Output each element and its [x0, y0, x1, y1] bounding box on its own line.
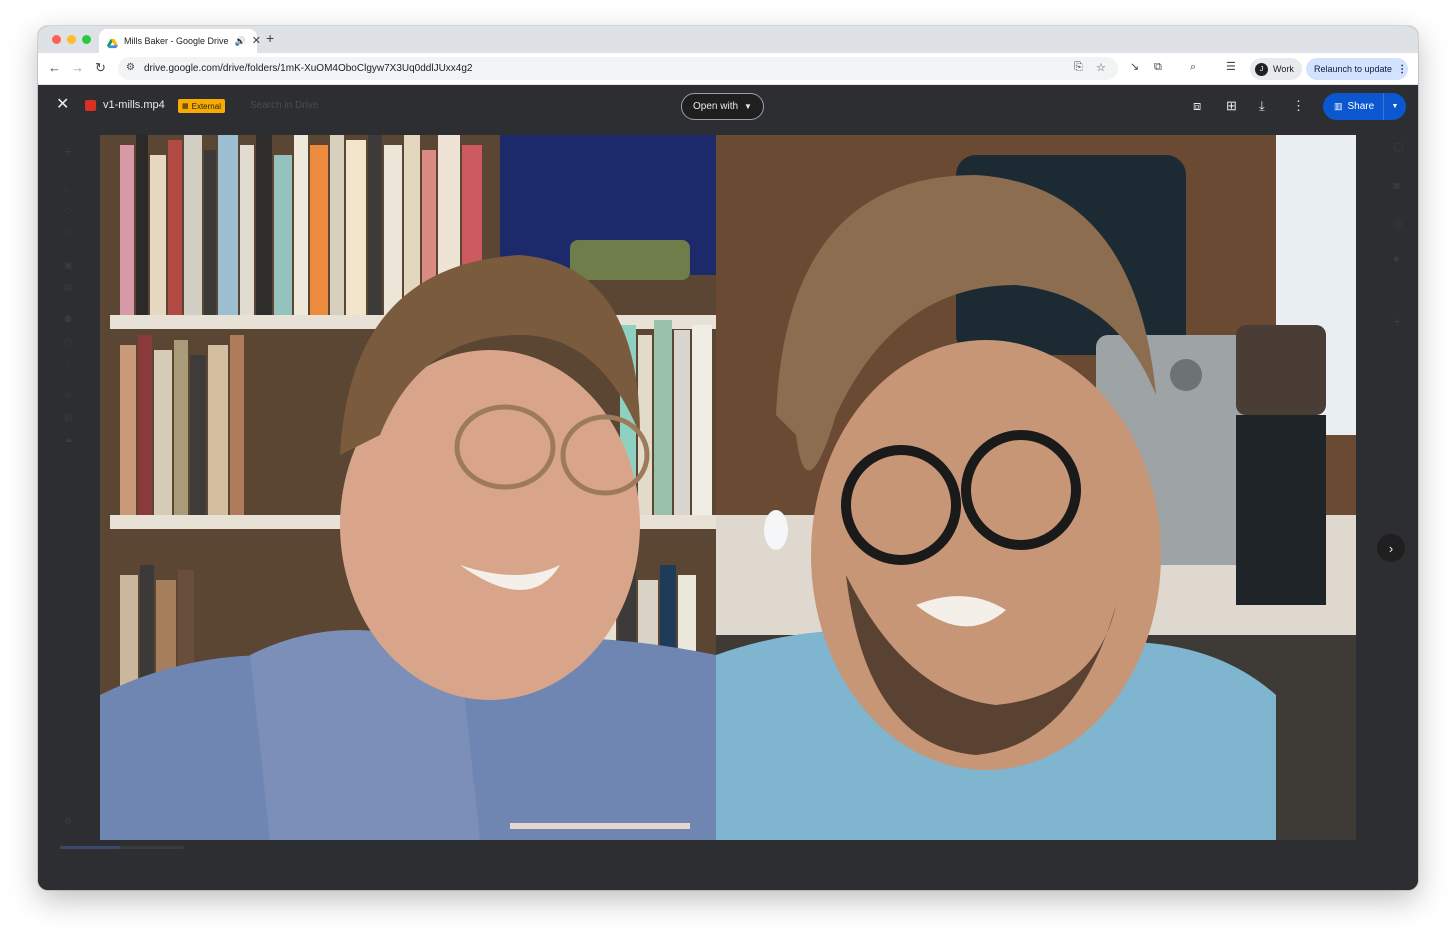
more-actions-icon[interactable]: ⋮: [1292, 99, 1305, 112]
file-name: v1-mills.mp4: [103, 99, 165, 111]
relaunch-label: Relaunch to update: [1314, 64, 1393, 74]
new-plus-icon: +: [64, 143, 73, 159]
share-icon: ▥: [1334, 101, 1343, 111]
browser-tab[interactable]: Mills Baker - Google Drive 🔊 ✕: [99, 29, 261, 53]
add-shortcut-icon[interactable]: ⧈: [1193, 99, 1201, 112]
share-button[interactable]: ▥ Share ▼: [1323, 93, 1406, 120]
external-label: External: [191, 101, 221, 111]
viewer-toolbar: ✕ v1-mills.mp4 ▦ External Search in Driv…: [38, 85, 1418, 129]
storage-icon: ☁: [64, 434, 73, 444]
more-vert-icon[interactable]: ⋮: [1397, 64, 1407, 75]
reading-list-icon[interactable]: ☰: [1226, 62, 1236, 73]
contacts-side-icon: ●: [1393, 253, 1400, 265]
bookmark-star-icon[interactable]: ☆: [1096, 61, 1106, 74]
next-file-button[interactable]: ›: [1377, 534, 1405, 562]
video-pane-right: [716, 135, 1356, 840]
profile-label: Work: [1273, 64, 1294, 74]
relaunch-button[interactable]: Relaunch to update ⋮: [1306, 58, 1408, 80]
chevron-right-icon: ›: [1388, 540, 1394, 556]
activity-icon: ◇: [64, 205, 71, 215]
reload-icon[interactable]: ↻: [95, 61, 106, 74]
external-badge: ▦ External: [178, 99, 225, 113]
open-with-button[interactable]: Open with ▼: [681, 93, 764, 120]
home-icon: ⌂: [64, 184, 70, 194]
open-with-label: Open with: [693, 101, 739, 112]
forward-icon[interactable]: →: [71, 61, 84, 74]
profile-button[interactable]: J Work: [1250, 58, 1302, 80]
new-tab-icon[interactable]: +: [266, 31, 274, 45]
video-pane-left: [100, 135, 716, 840]
tab-search-icon[interactable]: ⌕: [1190, 62, 1196, 73]
calendar-side-icon: ▢: [1393, 141, 1404, 153]
kitchen-scene: [716, 135, 1356, 840]
window-minimize-button[interactable]: [67, 35, 76, 44]
video-file-icon: [85, 100, 96, 111]
window-close-button[interactable]: [52, 35, 61, 44]
avatar: J: [1255, 62, 1268, 76]
my-drive-icon: ▣: [64, 260, 73, 270]
dimmed-search-hint: Search in Drive: [250, 100, 319, 111]
chevron-down-icon: ▼: [744, 102, 752, 111]
window-maximize-button[interactable]: [82, 35, 91, 44]
back-icon[interactable]: ←: [48, 61, 61, 74]
starred-icon: ☆: [64, 358, 73, 368]
share-dropdown-icon[interactable]: ▼: [1383, 93, 1406, 120]
shared-drives-icon: ▤: [64, 282, 73, 292]
drive-file-viewer: + ⌂ ◇ ⚇ ▣ ▤ ⚉ ◷ ☆ ⊘ ▥ ☁ ⚙ ▢ ◙ ◎ ● + ✕ v1…: [38, 85, 1418, 890]
keep-side-icon: ◙: [1393, 180, 1400, 192]
address-bar[interactable]: ⚙ drive.google.com/drive/folders/1mK-XuO…: [118, 57, 1118, 80]
extensions-puzzle-icon[interactable]: ⧉: [1154, 62, 1162, 73]
video-player[interactable]: [100, 135, 1356, 840]
share-label: Share: [1347, 101, 1375, 112]
shared-with-me-icon: ⚉: [64, 314, 73, 324]
add-comment-icon[interactable]: ⊞: [1226, 99, 1237, 112]
install-app-icon[interactable]: ⎘: [1074, 61, 1083, 74]
storage-usage-bar: [60, 846, 184, 849]
bookshelf-scene: [100, 135, 716, 840]
recent-icon: ◷: [64, 336, 72, 346]
workspaces-icon: ⚇: [64, 226, 73, 236]
tab-close-icon[interactable]: ✕: [252, 35, 261, 47]
speaker-icon[interactable]: 🔊: [235, 36, 246, 47]
site-settings-icon[interactable]: ⚙: [126, 62, 135, 73]
extension-arrow-icon[interactable]: ↘: [1130, 62, 1139, 73]
browser-toolbar: ← → ↻ ⚙ drive.google.com/drive/folders/1…: [38, 53, 1418, 85]
tab-title: Mills Baker - Google Drive: [124, 36, 229, 46]
get-addons-icon: +: [1393, 313, 1402, 329]
tab-strip: Mills Baker - Google Drive 🔊 ✕ +: [38, 26, 1418, 53]
building-icon: ▦: [182, 103, 189, 110]
spam-icon: ⊘: [64, 390, 72, 400]
url-text[interactable]: drive.google.com/drive/folders/1mK-XuOM4…: [144, 63, 473, 74]
download-icon[interactable]: ⤓: [1259, 99, 1265, 112]
google-drive-favicon-icon: [107, 36, 118, 48]
trash-icon: ▥: [64, 412, 73, 422]
admin-icon: ⚙: [64, 816, 73, 826]
tasks-side-icon: ◎: [1393, 218, 1403, 230]
browser-window: Mills Baker - Google Drive 🔊 ✕ + ← → ↻ ⚙…: [38, 26, 1418, 890]
close-viewer-icon[interactable]: ✕: [56, 97, 69, 113]
